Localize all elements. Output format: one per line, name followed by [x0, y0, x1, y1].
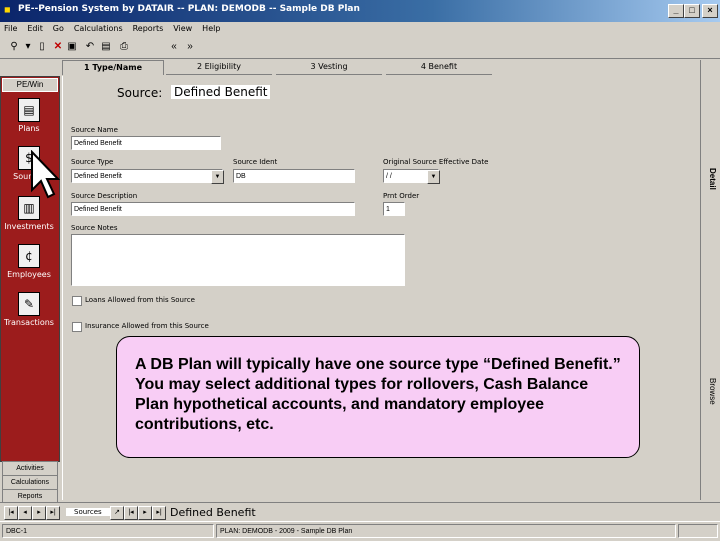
source-heading-label: Source: [117, 86, 163, 100]
transactions-icon: ✎ [18, 292, 40, 316]
source-type-select[interactable]: Defined Benefit [71, 169, 223, 183]
menu-help[interactable]: Help [198, 22, 224, 33]
sidebar-item-label: Transactions [4, 318, 54, 327]
chevron-down-icon[interactable]: ▼ [211, 170, 224, 184]
browse-tab[interactable]: Browse [708, 378, 717, 405]
source-ident-field[interactable]: DB [233, 169, 355, 183]
sidebar-item-employees[interactable]: ¢ Employees [0, 244, 58, 279]
forward-button[interactable]: » [184, 41, 196, 53]
tab-vesting[interactable]: 3 Vesting [276, 60, 382, 75]
source-notes-field[interactable] [71, 234, 405, 286]
menu-edit[interactable]: Edit [23, 22, 47, 33]
nav-calculations[interactable]: Calculations [2, 475, 58, 490]
loans-allowed-label: Loans Allowed from this Source [85, 296, 195, 304]
prev-record-icon[interactable]: ◂ [18, 506, 32, 520]
chevron-down-icon[interactable]: ▼ [427, 170, 440, 184]
next-record-icon[interactable]: ▸ [32, 506, 46, 520]
insurance-allowed-label: Insurance Allowed from this Source [85, 322, 209, 330]
delete-icon[interactable]: ✕ [52, 41, 64, 53]
back-button[interactable]: « [168, 41, 180, 53]
menu-calculations[interactable]: Calculations [70, 22, 127, 33]
menu-bar: File Edit Go Calculations Reports View H… [0, 22, 720, 38]
sidebar-item-transactions[interactable]: ✎ Transactions [0, 292, 58, 327]
next-record-icon[interactable]: ▸ [138, 506, 152, 520]
print-order-field[interactable]: 1 [383, 202, 405, 216]
minimize-button[interactable]: _ [668, 4, 684, 18]
close-button[interactable]: × [702, 4, 718, 18]
sidebar-header: PE/Win [2, 78, 58, 92]
plans-icon: ▤ [18, 98, 40, 122]
tab-row: 1 Type/Name 2 Eligibility 3 Vesting 4 Be… [62, 60, 698, 76]
source-name-label: Source Name [71, 126, 118, 134]
nav-activities[interactable]: Activities [2, 461, 58, 476]
print-icon[interactable]: ⎙ [118, 41, 130, 53]
sidebar-item-plans[interactable]: ▤ Plans [0, 98, 58, 133]
mouse-cursor-icon [31, 150, 60, 199]
source-type-label: Source Type [71, 158, 114, 166]
first-record-icon[interactable]: |◂ [124, 506, 138, 520]
orig-date-label: Original Source Effective Date [383, 158, 489, 166]
app-icon: ◼ [4, 5, 11, 14]
binoculars-icon[interactable]: ⚲ [8, 41, 20, 53]
last-record-icon[interactable]: ▸| [152, 506, 166, 520]
status-bar: DBC-1 PLAN: DEMODB - 2009 - Sample DB Pl… [0, 521, 720, 541]
status-right [678, 524, 718, 538]
print-order-label: Prnt Order [383, 192, 420, 200]
sidebar-item-investments[interactable]: ▥ Investments [0, 196, 58, 231]
insurance-allowed-checkbox[interactable] [72, 322, 82, 332]
sidebar-item-label: Employees [7, 270, 51, 279]
save-icon[interactable]: ▣ [66, 41, 78, 53]
tab-eligibility[interactable]: 2 Eligibility [166, 60, 272, 75]
status-left: DBC-1 [2, 524, 214, 538]
source-notes-label: Source Notes [71, 224, 118, 232]
source-name-field[interactable]: Defined Benefit [71, 136, 221, 150]
callout-note: A DB Plan will typically have one source… [116, 336, 640, 458]
employees-icon: ¢ [18, 244, 40, 268]
status-plan: PLAN: DEMODB - 2009 - Sample DB Plan [216, 524, 676, 538]
source-ident-label: Source Ident [233, 158, 278, 166]
title-bar: ◼ PE--Pension System by DATAIR -- PLAN: … [0, 0, 720, 22]
nav-tab-label[interactable]: Sources [66, 508, 110, 516]
loans-allowed-checkbox[interactable] [72, 296, 82, 306]
goto-arrow-icon[interactable]: ↗ [110, 506, 124, 520]
last-record-icon[interactable]: ▸| [46, 506, 60, 520]
copy-icon[interactable]: ▤ [100, 41, 112, 53]
tab-type-name[interactable]: 1 Type/Name [62, 60, 164, 75]
tab-benefit[interactable]: 4 Benefit [386, 60, 492, 75]
right-strip: Detail Browse [700, 60, 720, 500]
toolbar: ⚲ ▾ ▯ ✕ ▣ ↶ ▤ ⎙ « » [0, 38, 720, 59]
sidebar-item-label: Investments [4, 222, 54, 231]
new-document-icon[interactable]: ▯ [36, 41, 48, 53]
current-record-label: Defined Benefit [170, 506, 256, 519]
record-nav-bar: |◂ ◂ ▸ ▸| Sources ↗ |◂ ▸ ▸| Defined Bene… [0, 502, 720, 521]
undo-icon[interactable]: ↶ [84, 41, 96, 53]
dropdown-arrow-icon[interactable]: ▾ [22, 41, 34, 53]
detail-tab[interactable]: Detail [708, 168, 717, 190]
menu-go[interactable]: Go [49, 22, 68, 33]
menu-view[interactable]: View [169, 22, 196, 33]
sidebar-item-label: Plans [18, 124, 40, 133]
maximize-button[interactable]: □ [684, 4, 700, 18]
source-description-label: Source Description [71, 192, 138, 200]
window-title: PE--Pension System by DATAIR -- PLAN: DE… [18, 4, 360, 14]
callout-text: A DB Plan will typically have one source… [135, 356, 621, 433]
menu-file[interactable]: File [0, 22, 21, 33]
source-heading-value: Defined Benefit [171, 85, 271, 99]
first-record-icon[interactable]: |◂ [4, 506, 18, 520]
menu-reports[interactable]: Reports [129, 22, 168, 33]
source-description-field[interactable]: Defined Benefit [71, 202, 355, 216]
